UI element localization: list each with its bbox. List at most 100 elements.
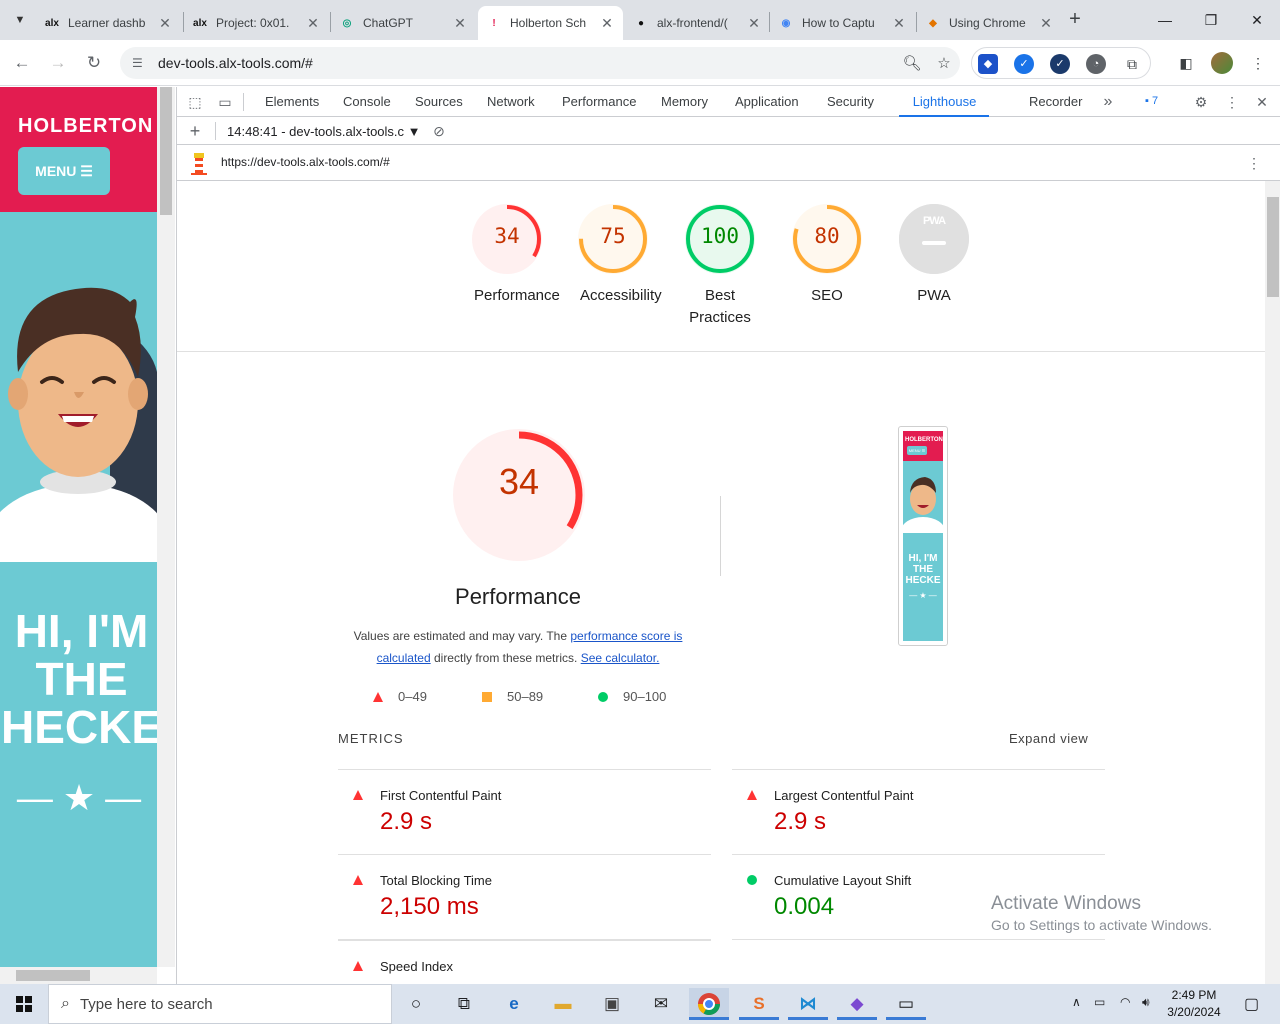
category-gauge[interactable]: PWA PWA (889, 203, 979, 307)
chrome-menu-icon[interactable]: ⋮ (1245, 50, 1271, 76)
devtools-tab-application[interactable]: Application (735, 87, 799, 117)
wifi-icon[interactable]: ◠ (1120, 995, 1130, 1009)
expand-view-toggle[interactable]: Expand view (1009, 731, 1088, 746)
site-info-icon[interactable]: ☰ (132, 56, 150, 70)
report-vertical-scrollbar[interactable] (1265, 181, 1280, 984)
browser-tab[interactable]: ◎ ChatGPT ✕ (331, 6, 476, 40)
new-tab-button[interactable]: + (1063, 8, 1087, 32)
issues-counter[interactable]: ▪ 7 (1145, 95, 1158, 107)
close-devtools-icon[interactable]: ✕ (1252, 92, 1272, 112)
sublime-text-icon[interactable]: S (739, 988, 779, 1020)
battery-icon[interactable]: ▭ (1094, 995, 1105, 1009)
more-tabs-icon[interactable]: » (1098, 92, 1118, 112)
browser-tab[interactable]: ◉ How to Captu ✕ (770, 6, 915, 40)
page-horizontal-scrollbar[interactable] (0, 967, 157, 984)
back-button[interactable]: ← (9, 50, 35, 76)
scroll-thumb[interactable] (160, 87, 172, 215)
devtools-tab-recorder[interactable]: Recorder (1029, 87, 1082, 117)
hero-star-divider: — ★ — (16, 777, 142, 818)
address-bar[interactable]: ☰ dev-tools.alx-tools.com/# 🔍︎ ☆ (120, 47, 960, 79)
device-toolbar-icon[interactable]: ▭ (215, 92, 235, 112)
taskbar-clock[interactable]: 2:49 PM 3/20/2024 (1162, 987, 1226, 1021)
file-explorer-icon[interactable]: ▬ (543, 988, 583, 1020)
address-url[interactable]: dev-tools.alx-tools.com/# (158, 55, 896, 71)
category-gauge[interactable]: 75 Accessibility (568, 203, 662, 307)
browser-tab[interactable]: alx Project: 0x01. ✕ (184, 6, 329, 40)
browser-tab[interactable]: alx Learner dashb ✕ (36, 6, 181, 40)
tab-close-icon[interactable]: ✕ (891, 15, 907, 32)
inspect-element-icon[interactable]: ⬚ (185, 92, 205, 112)
task-view-icon[interactable]: ⧉ (444, 988, 484, 1020)
tab-close-icon[interactable]: ✕ (157, 15, 173, 32)
category-gauge[interactable]: 80 SEO (782, 203, 872, 307)
new-report-icon[interactable]: + (185, 121, 205, 141)
chrome-taskbar-icon[interactable] (689, 988, 729, 1020)
issues-icon: ▪ (1145, 95, 1149, 107)
devtools-tab-performance[interactable]: Performance (562, 87, 636, 117)
devtools-tab-memory[interactable]: Memory (661, 87, 708, 117)
tab-close-icon[interactable]: ✕ (305, 15, 321, 32)
scroll-thumb[interactable] (16, 970, 90, 981)
category-gauge[interactable]: 100 Best Practices (675, 203, 765, 329)
tab-search-chevron-icon[interactable]: ▼ (8, 8, 32, 32)
volume-icon[interactable]: 🔊︎ (1142, 995, 1150, 1010)
category-gauge[interactable]: 34 Performance (462, 203, 560, 307)
devtools-tab-sources[interactable]: Sources (415, 87, 463, 117)
github-icon: ● (637, 17, 645, 29)
shield-extension-icon[interactable]: ◆ (978, 54, 998, 74)
cortana-icon[interactable]: ○ (396, 988, 436, 1020)
report-menu-icon[interactable]: ⋮ (1244, 153, 1264, 173)
tab-close-icon[interactable]: ✕ (599, 15, 615, 32)
taskbar-search-box[interactable]: ⌕ Type here to search (48, 984, 392, 1024)
desc-text: directly from these metrics. (430, 651, 581, 665)
devtools-tab-elements[interactable]: Elements (265, 87, 319, 117)
vscode-icon[interactable]: ⋈ (788, 988, 828, 1020)
mail-icon[interactable]: ✉ (641, 988, 681, 1020)
side-panel-icon[interactable]: ◧ (1173, 50, 1199, 76)
devtools-tab-security[interactable]: Security (827, 87, 874, 117)
tray-chevron-icon[interactable]: ∧ (1072, 995, 1081, 1009)
devtools-tab-lighthouse[interactable]: Lighthouse (899, 87, 989, 117)
puzzle-extensions-icon[interactable]: ⧉ (1122, 54, 1142, 74)
scroll-thumb[interactable] (1267, 197, 1279, 297)
site-brand[interactable]: HOLBERTON (18, 115, 153, 138)
reload-button[interactable]: ↻ (81, 50, 107, 76)
git-icon[interactable]: ◆ (837, 988, 877, 1020)
final-screenshot-thumbnail[interactable]: HOLBERTON MENU ☰ HI, I'M THE HECKE — ★ — (898, 426, 948, 646)
terminal-icon[interactable]: ▭ (886, 988, 926, 1020)
tab-close-icon[interactable]: ✕ (452, 15, 468, 32)
devtools-tab-network[interactable]: Network (487, 87, 535, 117)
browser-tab[interactable]: ! Holberton Sch ✕ (478, 6, 623, 40)
report-selector[interactable]: 14:48:41 - dev-tools.alx-tools.c ▼ (227, 124, 421, 139)
tab-close-icon[interactable]: ✕ (1038, 15, 1054, 32)
hero-line: HECKE (0, 701, 157, 753)
minimize-button[interactable]: — (1142, 6, 1188, 34)
tab-close-icon[interactable]: ✕ (746, 15, 762, 32)
devtools-tab-console[interactable]: Console (343, 87, 391, 117)
browser-tab[interactable]: ◆ Using Chrome ✕ (917, 6, 1062, 40)
store-icon[interactable]: ▣ (592, 988, 632, 1020)
clear-reports-icon[interactable]: ⊘ (429, 121, 449, 141)
forward-button[interactable]: → (45, 50, 71, 76)
settings-gear-icon[interactable]: ⚙ (1191, 92, 1211, 112)
profile-avatar[interactable] (1211, 52, 1233, 74)
see-calculator-link[interactable]: See calculator. (581, 651, 660, 665)
close-window-button[interactable]: ✕ (1234, 6, 1280, 34)
restore-button[interactable]: ❐ (1188, 6, 1234, 34)
check-dark-extension-icon[interactable]: ✓ (1050, 54, 1070, 74)
divider (243, 93, 244, 111)
edge-icon[interactable]: e (494, 988, 534, 1020)
report-url[interactable]: https://dev-tools.alx-tools.com/# (221, 155, 390, 169)
speed-extension-icon[interactable]: ◔ (1086, 54, 1106, 74)
pass-circle-icon (598, 691, 608, 702)
check-extension-icon[interactable]: ✓ (1014, 54, 1034, 74)
zoom-icon[interactable]: 🔍︎ (896, 54, 928, 72)
bookmark-star-icon[interactable]: ☆ (928, 54, 960, 72)
notifications-icon[interactable]: ▢ (1244, 994, 1259, 1014)
page-vertical-scrollbar[interactable] (157, 87, 175, 967)
performance-description: Values are estimated and may vary. The p… (333, 625, 703, 669)
menu-button[interactable]: MENU ☰ (18, 147, 110, 195)
windows-start-icon[interactable] (0, 984, 48, 1024)
browser-tab[interactable]: ● alx-frontend/(✕ (625, 6, 770, 40)
customize-menu-icon[interactable]: ⋮ (1222, 92, 1242, 112)
